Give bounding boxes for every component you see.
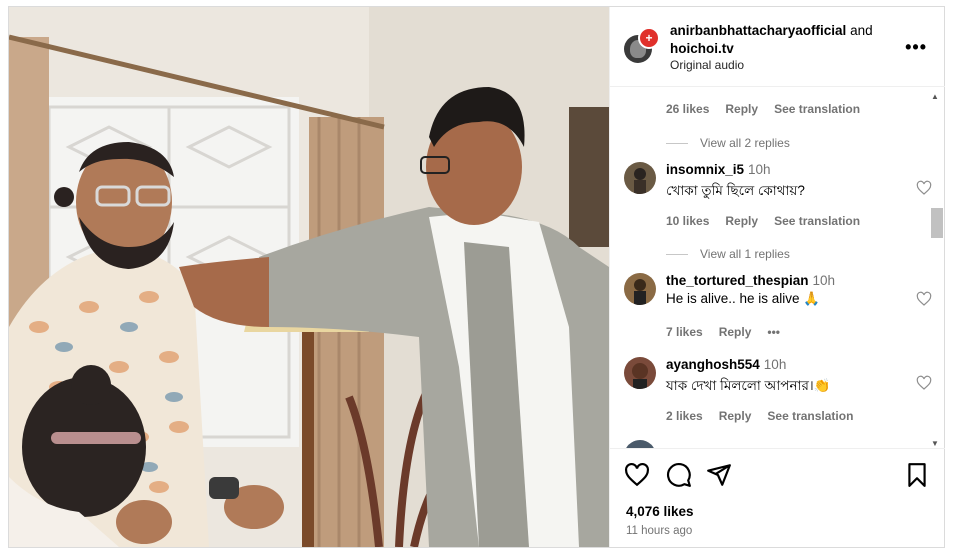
comment-text: খোকা তুমি ছিলে কোথায়? [666, 183, 805, 198]
audio-link[interactable]: Original audio [670, 58, 744, 72]
save-icon[interactable] [904, 462, 930, 488]
author-names: anirbanbhattacharyaofficial and hoichoi.… [670, 22, 890, 58]
reply-button[interactable]: Reply [719, 325, 752, 339]
heart-icon[interactable] [624, 462, 650, 488]
view-replies-button[interactable]: View all 2 replies [666, 136, 790, 150]
view-replies-label: View all 2 replies [700, 136, 790, 150]
reply-button[interactable]: Reply [725, 102, 758, 116]
author-and: and [850, 23, 873, 38]
see-translation-button[interactable]: See translation [767, 409, 853, 423]
reply-button[interactable]: Reply [719, 409, 752, 423]
scroll-up-icon[interactable]: ▲ [931, 92, 939, 101]
comments-scrollbar[interactable]: ▲ ▼ [929, 88, 943, 448]
comment-likes[interactable]: 26 likes [666, 102, 709, 116]
comment-meta: 26 likes Reply See translation [666, 102, 860, 116]
see-translation-button[interactable]: See translation [774, 214, 860, 228]
view-replies-button[interactable]: View all 1 replies [666, 247, 790, 261]
replies-line [666, 253, 688, 255]
post-side-panel: + anirbanbhattacharyaofficial and hoicho… [609, 7, 945, 547]
video-frame-illustration [9, 7, 609, 547]
reply-button[interactable]: Reply [725, 214, 758, 228]
post-time[interactable]: 11 hours ago [626, 525, 692, 537]
comments-list: 26 likes Reply See translation View all … [610, 88, 945, 448]
post-likes[interactable]: 4,076 likes [626, 504, 694, 519]
comment-meta: 10 likes Reply See translation [666, 214, 860, 228]
comment-meta: 7 likes Reply ••• [666, 325, 780, 339]
commenter-username[interactable]: insomnix_i5 10h [666, 162, 771, 177]
commenter-avatar[interactable] [624, 440, 656, 448]
scroll-thumb[interactable] [931, 208, 943, 238]
comment-time: 10h [812, 273, 836, 288]
scroll-down-icon[interactable]: ▼ [931, 439, 939, 448]
more-options-icon[interactable]: ••• [905, 37, 927, 58]
view-replies-label: View all 1 replies [700, 247, 790, 261]
comment-text: He is alive.. he is alive 🙏 [666, 291, 821, 306]
comment-more-icon[interactable]: ••• [767, 325, 780, 339]
comment-likes[interactable]: 7 likes [666, 325, 703, 339]
comment-likes[interactable]: 2 likes [666, 409, 703, 423]
post-video[interactable] [9, 7, 609, 547]
post-header: + anirbanbhattacharyaofficial and hoicho… [610, 7, 945, 87]
commenter-avatar[interactable] [624, 162, 656, 194]
commenter-avatar[interactable] [624, 273, 656, 305]
comment-likes[interactable]: 10 likes [666, 214, 709, 228]
comment-icon[interactable] [666, 462, 692, 488]
author-username[interactable]: anirbanbhattacharyaofficial [670, 23, 846, 38]
post-modal: + anirbanbhattacharyaofficial and hoicho… [8, 6, 945, 548]
comment-time: 10h [748, 162, 771, 177]
share-icon[interactable] [706, 462, 732, 488]
see-translation-button[interactable]: See translation [774, 102, 860, 116]
comment-time: 10h [763, 357, 787, 372]
comment-meta: 2 likes Reply See translation [666, 409, 853, 423]
comment-text: যাক দেখা মিললো আপনার।👏 [666, 378, 831, 393]
commenter-username[interactable]: ayanghosh554 10h [666, 357, 786, 372]
replies-line [666, 142, 688, 144]
post-actions: 4,076 likes 11 hours ago [610, 448, 945, 547]
collab-username[interactable]: hoichoi.tv [670, 41, 734, 56]
collab-avatar-badge[interactable]: + [638, 27, 660, 49]
commenter-username[interactable]: the_tortured_thespian 10h [666, 273, 835, 288]
commenter-avatar[interactable] [624, 357, 656, 389]
